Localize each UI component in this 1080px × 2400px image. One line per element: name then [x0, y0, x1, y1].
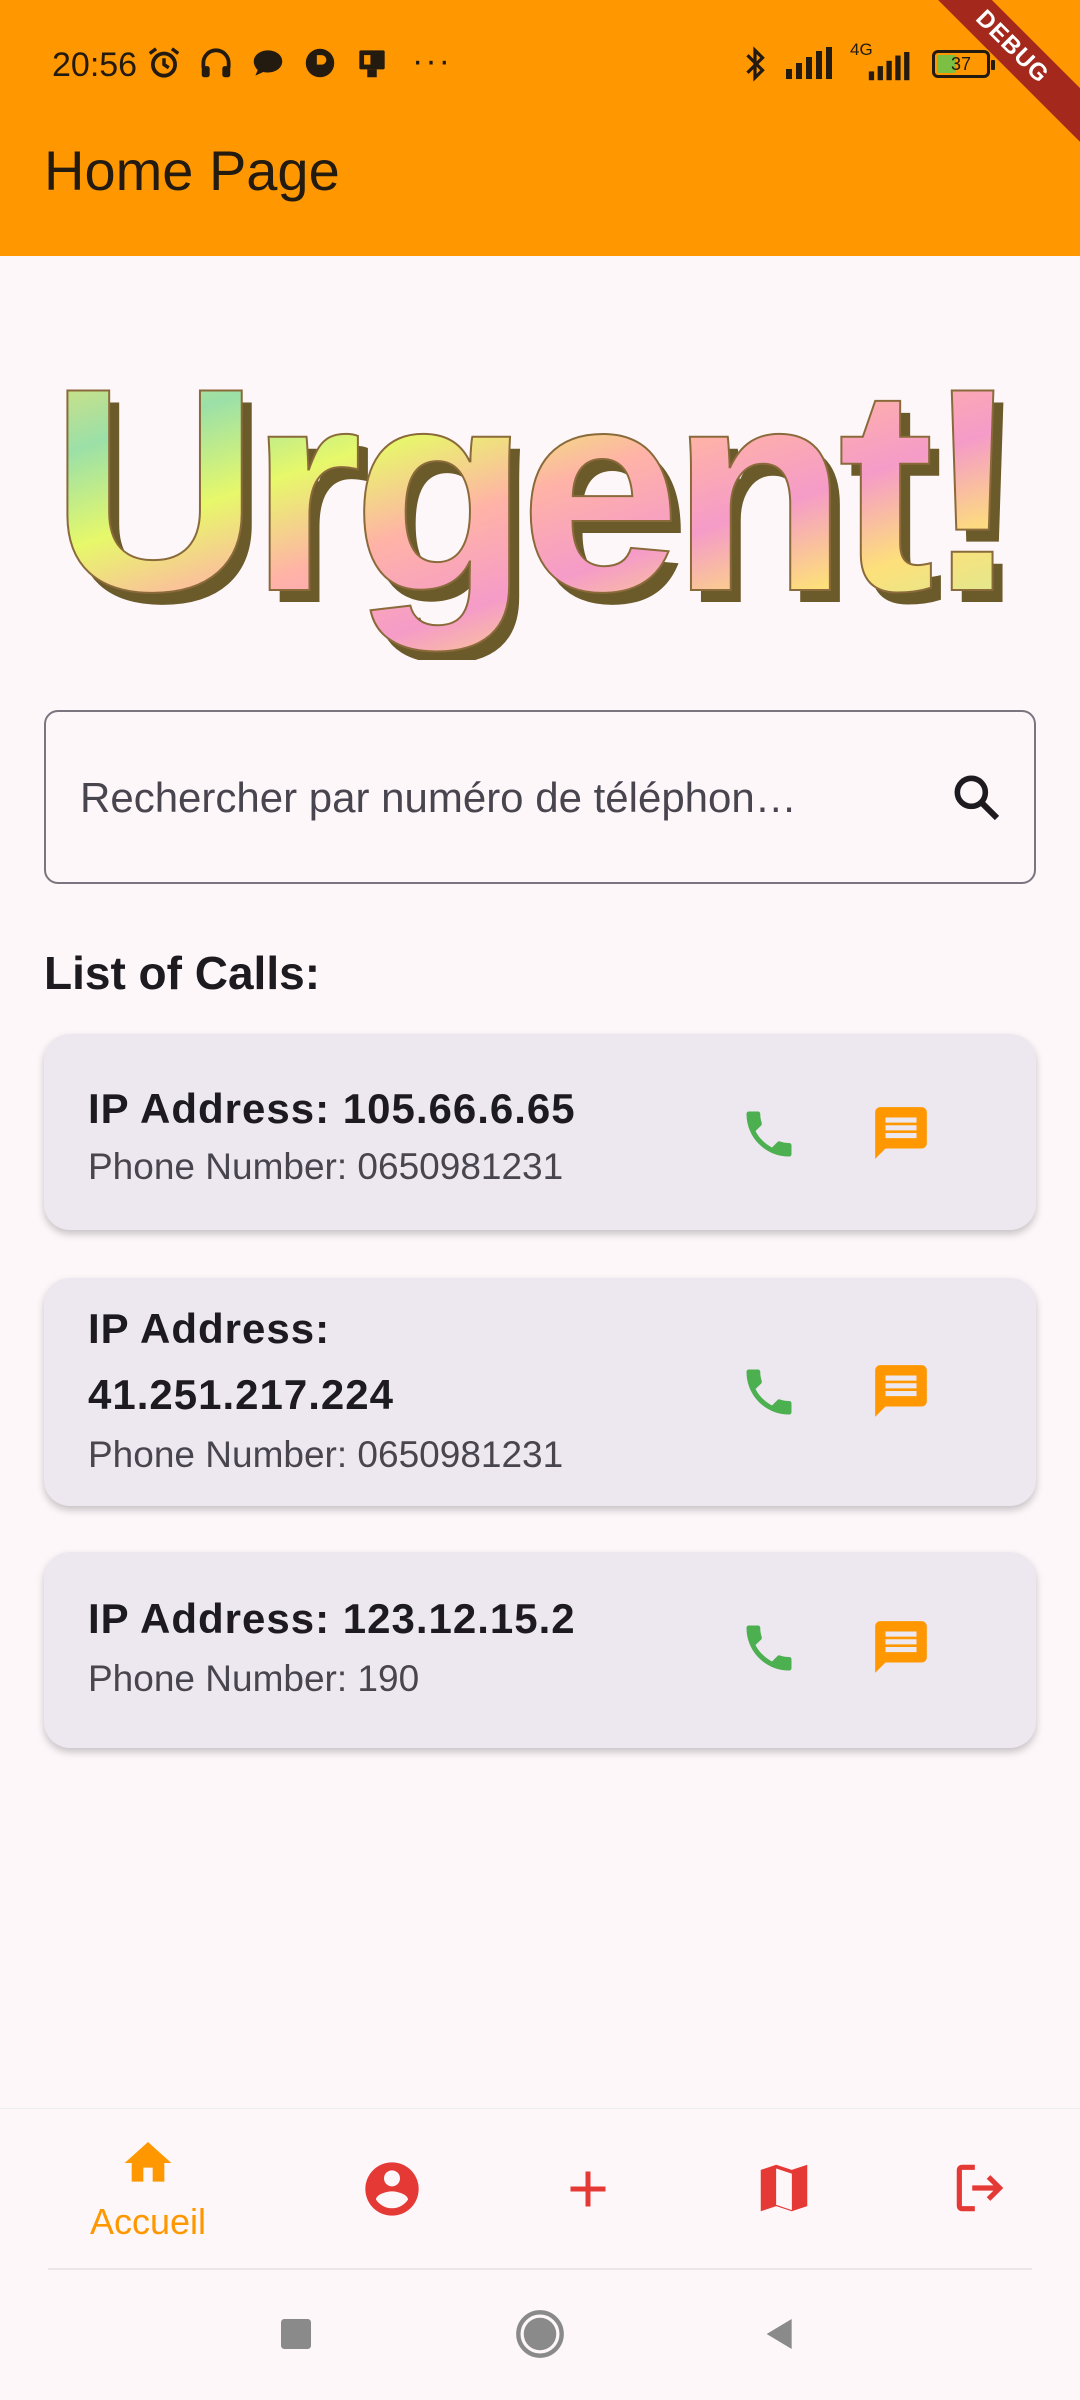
message-icon[interactable] [870, 1616, 932, 1678]
status-bar: 20:56 ··· 4G 37 [0, 0, 1080, 130]
search-input[interactable] [78, 712, 942, 884]
home-button-icon[interactable] [514, 2308, 566, 2360]
page-title: Home Page [44, 139, 340, 202]
nav-item-logout[interactable] [900, 2109, 1060, 2269]
calls-list-title: List of Calls: [44, 947, 321, 999]
call-card: IP Address: 41.251.217.224 Phone Number:… [44, 1278, 1036, 1506]
recent-apps-icon[interactable] [276, 2314, 316, 2354]
signal-icon [786, 47, 832, 79]
bluetooth-icon [746, 46, 765, 82]
phone-call-icon[interactable] [739, 1362, 799, 1422]
call-ip-address: IP Address: 105.66.6.65 [88, 1085, 576, 1132]
bottom-navigation: Accueil [0, 2108, 1080, 2269]
logo-text: Urgent! [50, 350, 1011, 653]
message-icon[interactable] [870, 1102, 932, 1164]
search-icon[interactable] [948, 769, 1004, 825]
phone-call-icon[interactable] [739, 1104, 799, 1164]
urgent-logo: Urgent! Urgent! [49, 350, 1031, 660]
call-card: IP Address: 123.12.15.2 Phone Number: 19… [44, 1552, 1036, 1748]
battery-icon: 37 [932, 50, 995, 78]
call-phone-number: Phone Number: 190 [88, 1658, 420, 1699]
nav-label-accueil: Accueil [89, 2201, 207, 2242]
message-icon[interactable] [870, 1360, 932, 1422]
top-bar: 20:56 ··· 4G 37 DEBUG Home Page [0, 0, 1080, 256]
home-icon [124, 2142, 172, 2182]
nav-item-profile[interactable] [312, 2109, 472, 2269]
nav-item-add[interactable] [508, 2109, 668, 2269]
account-circle-icon [365, 2162, 419, 2216]
headphones-icon [201, 48, 231, 78]
alarm-icon [148, 47, 180, 78]
nav-item-map[interactable] [704, 2109, 864, 2269]
app-notification-icon [305, 48, 335, 78]
nav-item-accueil[interactable]: Accueil [68, 2109, 228, 2269]
chat-bubble-icon [253, 50, 283, 76]
more-notifications-icon: ··· [412, 42, 452, 80]
call-ip-address: IP Address: [88, 1305, 331, 1352]
search-field[interactable] [44, 710, 1036, 884]
status-time: 20:56 [52, 46, 138, 84]
battery-level: 37 [950, 54, 972, 74]
call-card: IP Address: 105.66.6.65 Phone Number: 06… [44, 1034, 1036, 1230]
signal-4g-icon: 4G [850, 40, 918, 84]
back-icon[interactable] [760, 2314, 800, 2354]
map-icon [760, 2164, 808, 2212]
call-ip-address-continued: 41.251.217.224 [88, 1371, 394, 1418]
status-right-icons: 4G 37 [740, 40, 995, 84]
logout-icon [956, 2164, 1004, 2212]
system-navigation-bar [0, 2270, 1080, 2400]
add-icon [570, 2171, 606, 2207]
phone-call-icon[interactable] [739, 1618, 799, 1678]
device-notification-icon [359, 50, 385, 78]
call-phone-number: Phone Number: 0650981231 [88, 1434, 564, 1475]
call-phone-number: Phone Number: 0650981231 [88, 1146, 564, 1187]
call-ip-address: IP Address: 123.12.15.2 [88, 1595, 576, 1642]
status-notification-icons [145, 44, 391, 82]
